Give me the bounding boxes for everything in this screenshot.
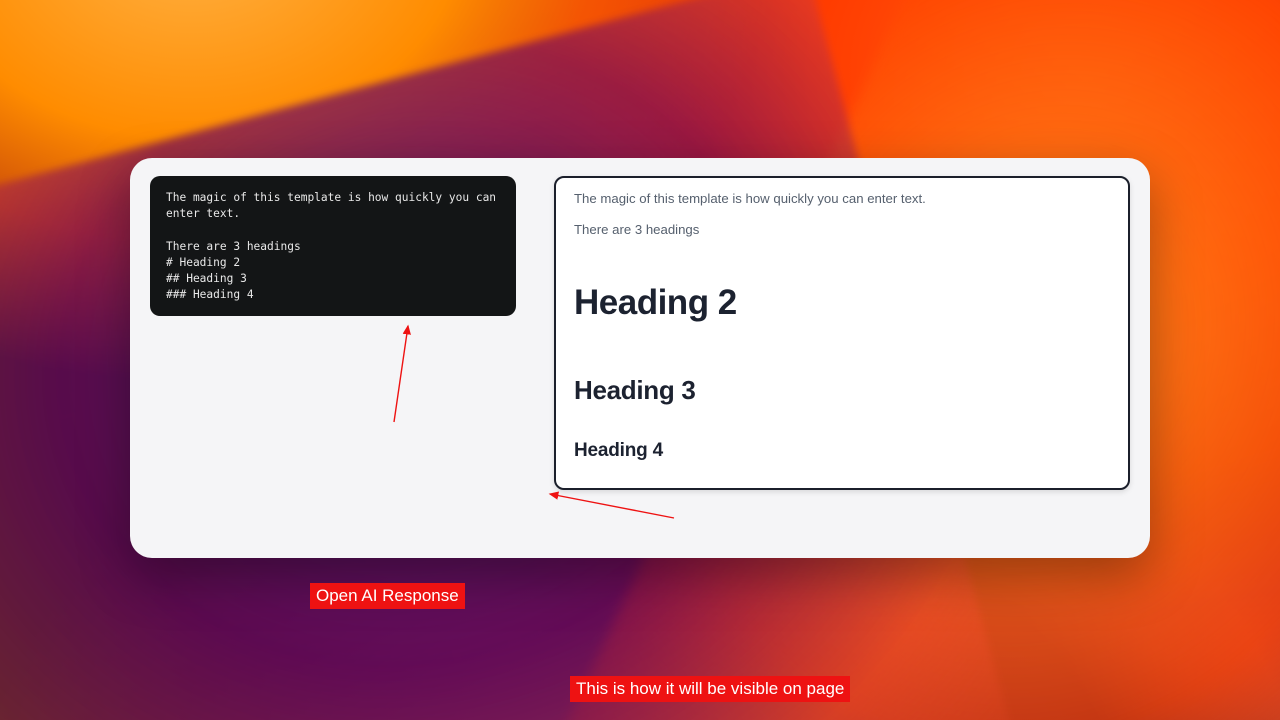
panels-row: The magic of this template is how quickl… [150, 176, 1130, 490]
preview-heading-3: Heading 3 [574, 375, 1110, 406]
annotation-left: Open AI Response [310, 583, 465, 609]
annotation-right: This is how it will be visible on page [570, 676, 850, 702]
preview-intro-text: The magic of this template is how quickl… [574, 190, 1110, 208]
rendered-preview-pane[interactable]: The magic of this template is how quickl… [554, 176, 1130, 490]
annotation-arrow-right [544, 490, 684, 522]
raw-response-pane[interactable]: The magic of this template is how quickl… [150, 176, 516, 316]
preview-subtext: There are 3 headings [574, 222, 1110, 237]
demo-card: The magic of this template is how quickl… [130, 158, 1150, 558]
preview-heading-2: Heading 2 [574, 283, 1110, 323]
preview-heading-4: Heading 4 [574, 440, 1110, 462]
